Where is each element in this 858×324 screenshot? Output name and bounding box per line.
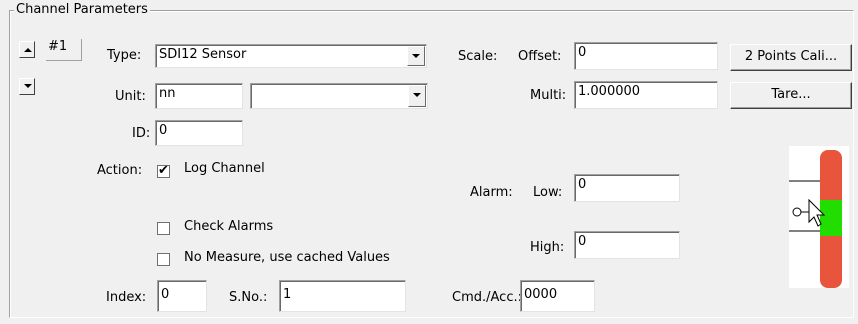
no-measure-label: No Measure, use cached Values bbox=[184, 250, 390, 265]
id-input[interactable]: 0 bbox=[155, 120, 243, 146]
unit-select[interactable] bbox=[250, 83, 428, 109]
arrow-up-icon bbox=[24, 48, 32, 52]
type-dropdown-button[interactable] bbox=[407, 46, 425, 66]
sno-input[interactable]: 1 bbox=[279, 280, 406, 312]
gauge-graphic bbox=[789, 150, 842, 288]
chevron-down-icon bbox=[412, 54, 420, 58]
offset-input[interactable]: 0 bbox=[574, 42, 718, 70]
cmd-input[interactable]: 0000 bbox=[520, 280, 595, 312]
id-label: ID: bbox=[132, 126, 151, 141]
arrow-down-icon bbox=[24, 84, 32, 88]
type-label: Type: bbox=[107, 48, 142, 63]
type-select[interactable]: SDI12 Sensor bbox=[155, 44, 427, 68]
scale-label: Scale: bbox=[458, 49, 498, 64]
alarm-high-label: High: bbox=[530, 240, 565, 255]
channel-down-button[interactable] bbox=[19, 78, 35, 95]
two-points-calibration-button[interactable]: 2 Points Cali... bbox=[730, 44, 852, 71]
unit-dropdown-button[interactable] bbox=[408, 85, 426, 107]
check-alarms-checkbox[interactable] bbox=[157, 222, 170, 235]
index-label: Index: bbox=[106, 290, 147, 305]
sno-label: S.No.: bbox=[229, 290, 268, 305]
action-label: Action: bbox=[97, 163, 143, 178]
multi-input[interactable]: 1.000000 bbox=[574, 81, 718, 109]
check-alarms-label: Check Alarms bbox=[184, 219, 274, 234]
log-channel-label: Log Channel bbox=[184, 161, 265, 176]
index-input[interactable]: 0 bbox=[157, 280, 207, 312]
alarm-level-gauge-icon bbox=[789, 146, 849, 288]
group-title: Channel Parameters bbox=[14, 2, 150, 17]
no-measure-checkbox[interactable] bbox=[157, 253, 170, 266]
channel-up-button[interactable] bbox=[19, 41, 35, 58]
unit-label: Unit: bbox=[115, 89, 146, 104]
gauge-indicator-circle bbox=[792, 207, 802, 217]
unit-input[interactable]: nn bbox=[155, 83, 243, 109]
checkmark-icon: ✔ bbox=[158, 163, 169, 178]
cmd-label: Cmd./Acc.: bbox=[452, 290, 522, 305]
multi-label: Multi: bbox=[530, 88, 567, 103]
log-channel-checkbox[interactable]: ✔ bbox=[157, 163, 170, 178]
type-select-value: SDI12 Sensor bbox=[159, 47, 247, 62]
chevron-down-icon bbox=[413, 93, 421, 97]
channel-number: #1 bbox=[46, 39, 82, 61]
offset-label: Offset: bbox=[518, 49, 562, 64]
alarm-label: Alarm: bbox=[470, 185, 513, 200]
tare-button[interactable]: Tare... bbox=[730, 82, 852, 109]
gauge-ok-zone bbox=[820, 200, 842, 236]
alarm-low-label: Low: bbox=[533, 185, 563, 200]
alarm-low-input[interactable]: 0 bbox=[574, 174, 680, 202]
alarm-high-input[interactable]: 0 bbox=[574, 231, 680, 259]
